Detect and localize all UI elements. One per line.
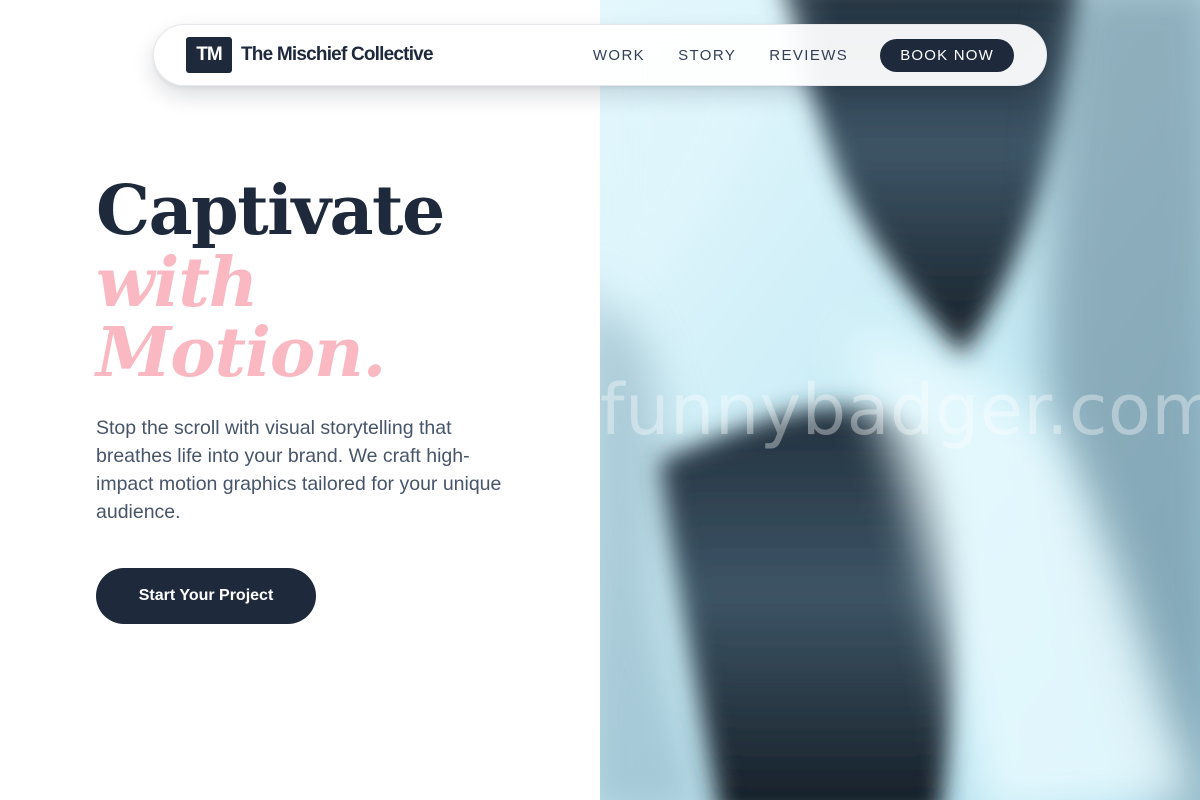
abstract-motion-graphic <box>600 0 1200 800</box>
hero-headline: Captivate with Motion. <box>96 174 566 388</box>
headline-line-with: with <box>96 243 258 323</box>
navbar: TM The Mischief Collective WORK STORY RE… <box>153 24 1047 86</box>
nav-links: WORK STORY REVIEWS BOOK NOW <box>593 38 1014 72</box>
nav-link-story[interactable]: STORY <box>678 47 736 64</box>
nav-link-reviews[interactable]: REVIEWS <box>769 47 848 64</box>
hero-description: Stop the scroll with visual storytelling… <box>96 417 502 523</box>
landing-page: funnybadger.com TM The Mischief Collecti… <box>0 0 1200 800</box>
headline-line-motion: Motion. <box>96 313 386 393</box>
nav-link-work[interactable]: WORK <box>593 47 645 64</box>
hero-visual: funnybadger.com <box>600 0 1200 800</box>
headline-line-captivate: Captivate <box>96 171 445 251</box>
hero-content: Captivate with Motion. Stop the scroll w… <box>96 174 566 624</box>
start-project-button[interactable]: Start Your Project <box>96 568 316 624</box>
brand-logo: TM <box>186 37 232 73</box>
brand-name: The Mischief Collective <box>241 44 434 65</box>
book-now-button[interactable]: BOOK NOW <box>880 38 1014 72</box>
brand[interactable]: TM The Mischief Collective <box>186 37 434 73</box>
